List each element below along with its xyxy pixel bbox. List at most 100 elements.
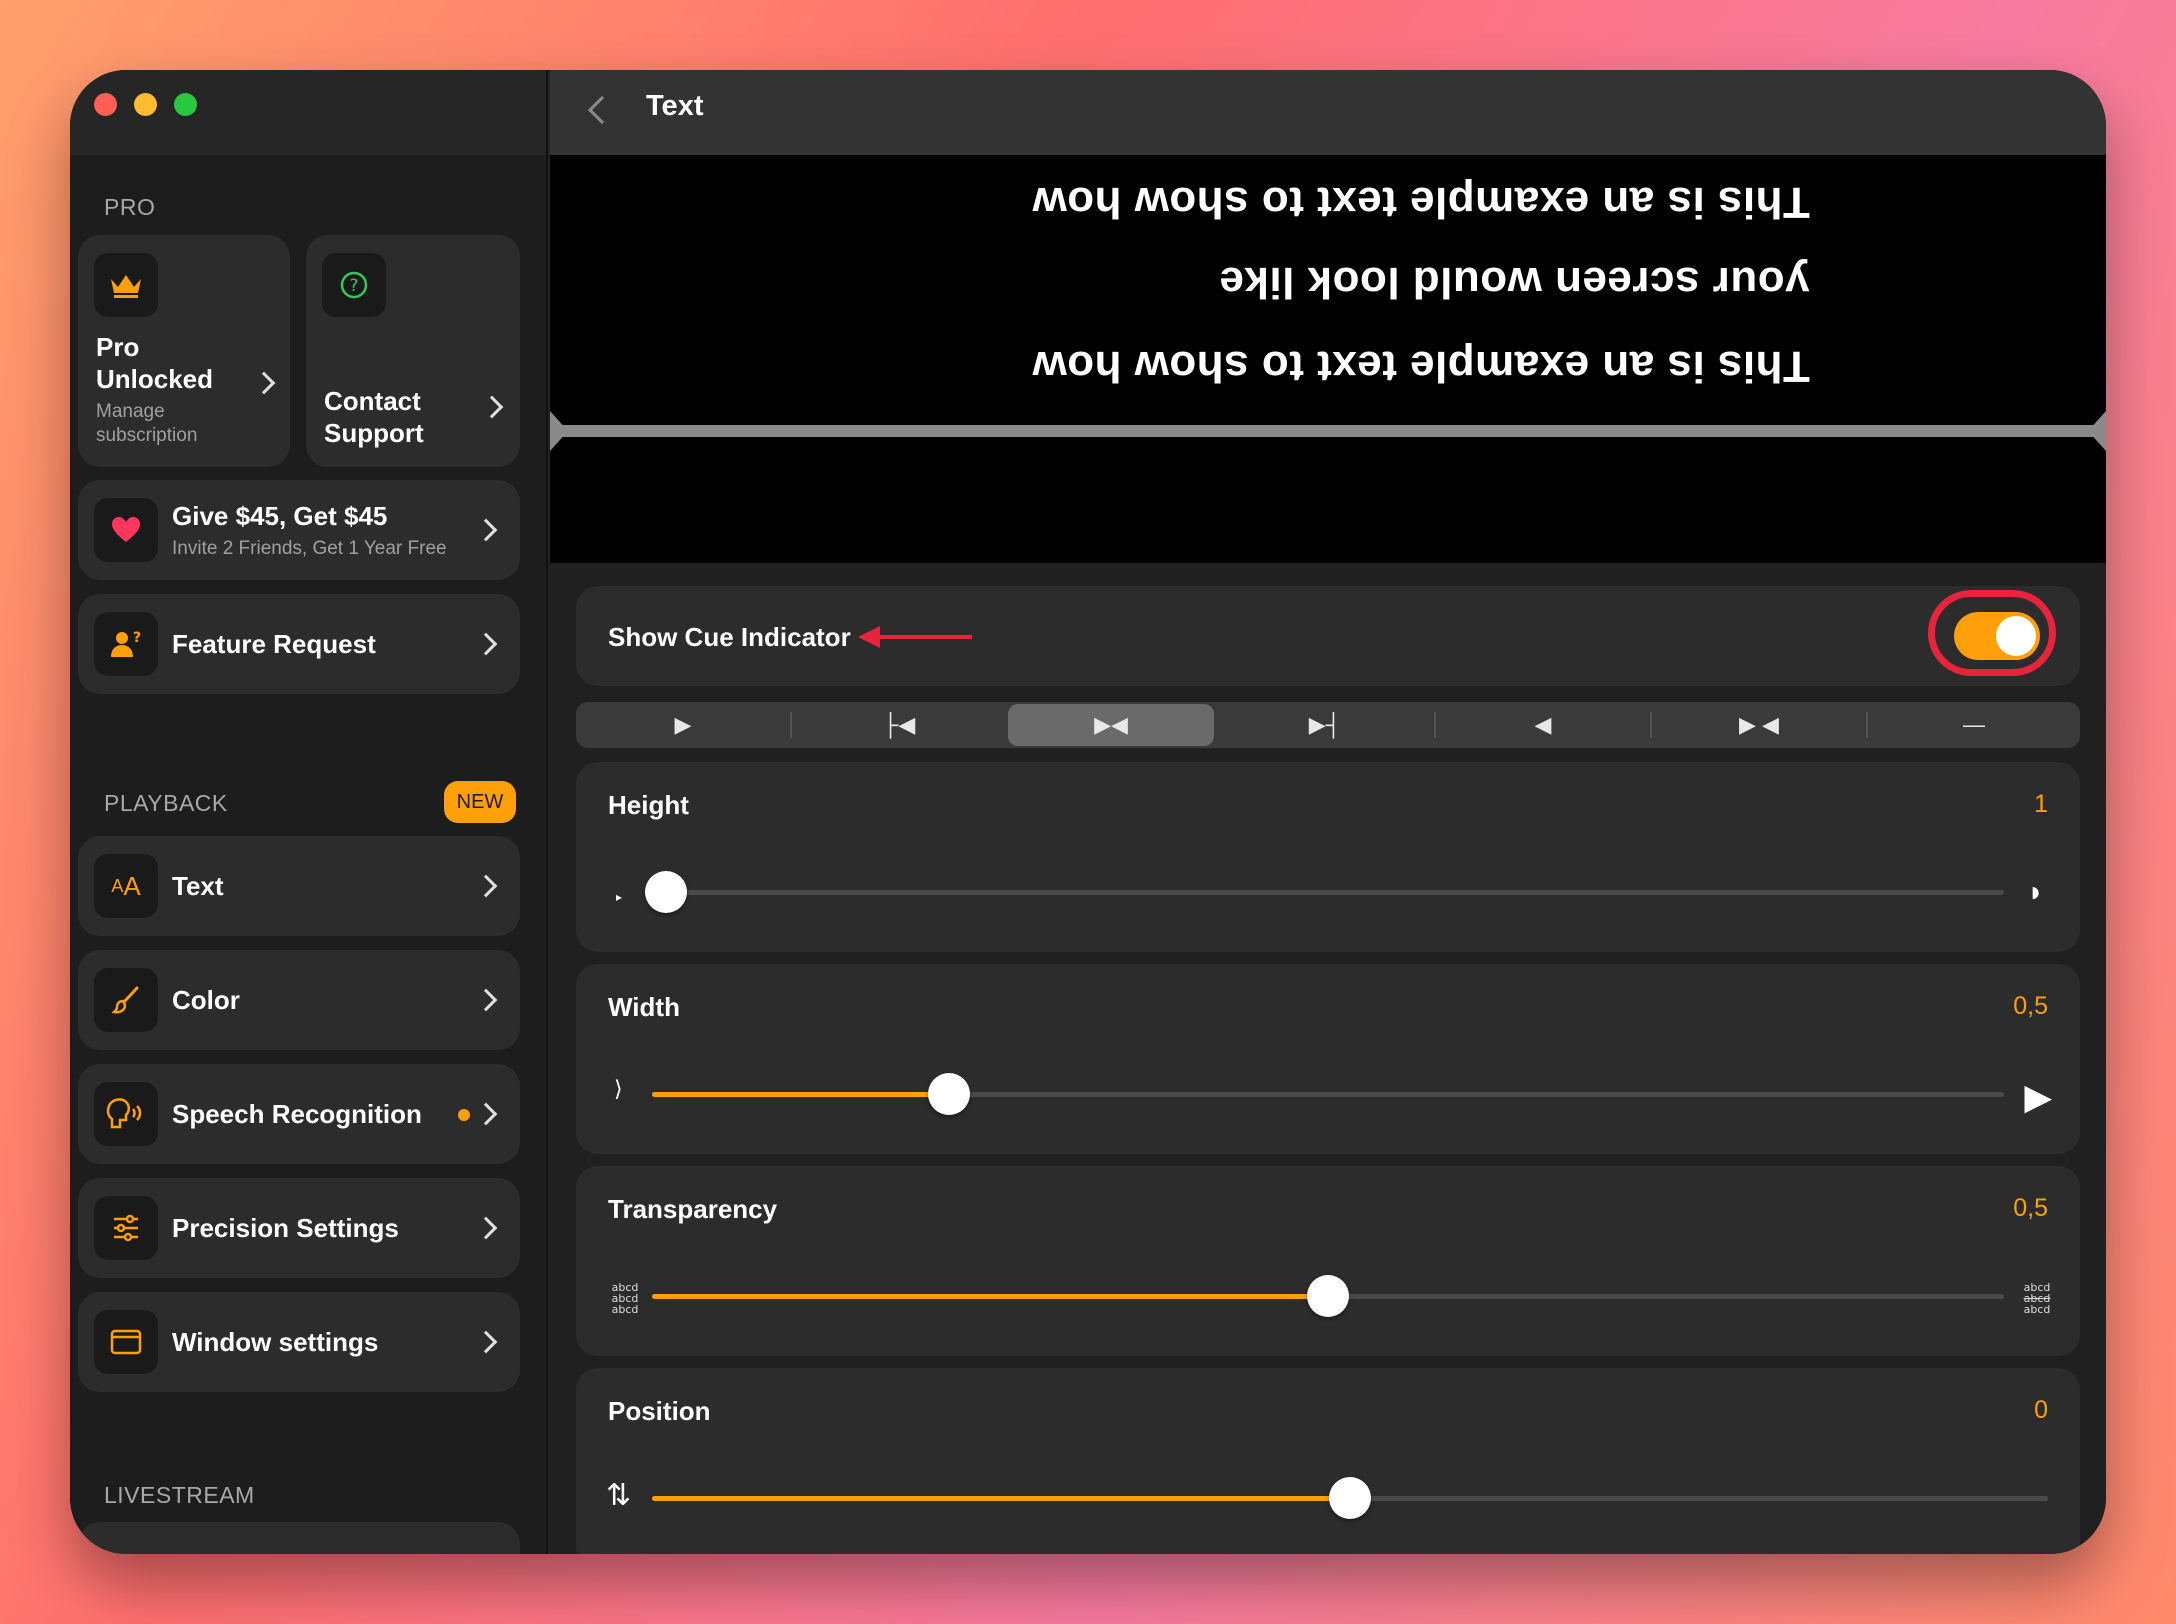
app-window: PRO Pro Unlocked Manage subscription ? C…	[70, 70, 2106, 1554]
sidebar-item-label: Speech Recognition	[172, 1099, 422, 1129]
sidebar-item-label: Text	[172, 871, 224, 901]
slider-knob[interactable]	[1329, 1477, 1371, 1519]
sidebar-item-color[interactable]: Color	[78, 950, 520, 1050]
pro-title-line1: Pro	[96, 332, 140, 362]
slider-knob[interactable]	[645, 871, 687, 913]
titlebar	[70, 70, 546, 155]
slider-knob[interactable]	[928, 1073, 971, 1115]
sliders-icon	[94, 1196, 158, 1260]
question-icon: ?	[322, 253, 386, 317]
cue-indicator-label: Show Cue Indicator	[608, 622, 851, 652]
transparency-panel: Transparency 0,5 abcd abcd abcd abcd abcd ab…	[576, 1166, 2080, 1356]
cue-style-segmented-control: ▶ ├◀ ▶◀ ▶┤ ◀ ▶ ◀ —	[576, 702, 2080, 748]
referral-card[interactable]: Give $45, Get $45 Invite 2 Friends, Get …	[78, 480, 520, 580]
sidebar-item-text[interactable]: AA Text	[78, 836, 520, 936]
cue-right-marker	[2088, 411, 2106, 451]
chevron-right-icon	[474, 1330, 498, 1354]
sidebar-item-label: Window settings	[172, 1327, 379, 1357]
sidebar-item-label: Color	[172, 985, 240, 1015]
pro-sub-line2: subscription	[96, 425, 198, 446]
transparency-value: 0,5	[2013, 1194, 2048, 1222]
position-slider[interactable]	[652, 1477, 2048, 1519]
unread-dot	[458, 1109, 470, 1121]
sidebar-item-label: Precision Settings	[172, 1213, 399, 1243]
zoom-window-button[interactable]	[174, 93, 197, 116]
support-title-line1: Contact	[324, 386, 421, 416]
height-slider[interactable]	[645, 871, 2004, 913]
width-value: 0,5	[2013, 992, 2048, 1020]
brush-icon	[94, 968, 158, 1032]
chevron-right-icon	[474, 1216, 498, 1240]
sidebar-item-precision-settings[interactable]: Precision Settings	[78, 1178, 520, 1278]
page-title: Text	[646, 90, 704, 122]
cue-left-marker	[550, 411, 568, 451]
crown-icon	[94, 253, 158, 317]
transparency-slider[interactable]	[652, 1275, 2004, 1317]
person-question-icon: ?	[94, 612, 158, 676]
height-value: 1	[2034, 790, 2048, 818]
cue-indicator-line	[550, 425, 2106, 437]
width-label: Width	[608, 992, 680, 1022]
preview-line: This is an example text to show how	[1032, 342, 1810, 391]
cue-indicator-row: Show Cue Indicator	[576, 586, 2080, 686]
transparency-max-icon: abcd abcd abcd	[2023, 1281, 2051, 1316]
referral-title: Give $45, Get $45	[172, 501, 388, 531]
chevron-right-icon	[474, 988, 498, 1012]
height-panel: Height 1 ▸ ◗	[576, 762, 2080, 952]
slider-knob[interactable]	[1307, 1275, 1349, 1317]
feature-request-item[interactable]: ? Feature Request	[78, 594, 520, 694]
cue-style-option[interactable]: ▶┤	[1218, 702, 1432, 748]
highlight-ring	[1928, 590, 2056, 676]
preview-line: This is an example text to show how	[1032, 178, 1810, 227]
pro-unlocked-card[interactable]: Pro Unlocked Manage subscription	[78, 235, 290, 467]
chevron-right-icon	[474, 874, 498, 898]
close-window-button[interactable]	[94, 93, 117, 116]
chevron-right-icon	[252, 371, 276, 395]
cue-style-option[interactable]: —	[1868, 702, 2080, 748]
text-size-icon: AA	[94, 854, 158, 918]
support-title-line2: Support	[324, 418, 424, 448]
referral-subtitle: Invite 2 Friends, Get 1 Year Free	[172, 538, 447, 559]
speech-icon	[94, 1082, 158, 1146]
main-header: Text	[550, 70, 2106, 155]
width-slider[interactable]	[652, 1073, 2004, 1115]
position-label: Position	[608, 1396, 711, 1426]
cue-style-option[interactable]: ◀	[1436, 702, 1650, 748]
chevron-right-icon	[474, 1102, 498, 1126]
height-max-icon: ◗	[2027, 876, 2044, 907]
svg-text:?: ?	[349, 276, 358, 296]
new-badge: NEW	[444, 781, 516, 823]
sidebar-item-speech-recognition[interactable]: Speech Recognition	[78, 1064, 520, 1164]
chevron-right-icon	[474, 518, 498, 542]
width-min-icon: ⟩	[614, 1076, 623, 1101]
sidebar-item-window-settings[interactable]: Window settings	[78, 1292, 520, 1392]
svg-text:?: ?	[133, 630, 141, 646]
minimize-window-button[interactable]	[134, 93, 157, 116]
section-label-pro: PRO	[104, 194, 156, 220]
position-value: 0	[2034, 1396, 2048, 1424]
contact-support-card[interactable]: ? Contact Support	[306, 235, 520, 467]
section-label-livestream: LIVESTREAM	[104, 1482, 255, 1508]
width-panel: Width 0,5 ⟩ ▶	[576, 964, 2080, 1154]
position-panel: Position 0 ⇅	[576, 1368, 2080, 1554]
feature-request-label: Feature Request	[172, 629, 376, 659]
pro-title-line2: Unlocked	[96, 364, 214, 394]
main-panel: Text This is an example text to show how…	[550, 70, 2106, 1554]
height-min-icon: ▸	[616, 890, 623, 904]
cue-style-option[interactable]: ▶ ◀	[1652, 702, 1866, 748]
pro-sub-line1: Manage	[96, 401, 165, 422]
up-down-arrows-icon: ⇅	[606, 1479, 632, 1512]
text-preview: This is an example text to show how your…	[550, 155, 2106, 563]
preview-line: your screen would look like	[1219, 258, 1810, 307]
annotation-arrow-line	[876, 635, 972, 639]
cue-style-option[interactable]: ▶	[576, 702, 790, 748]
transparency-label: Transparency	[608, 1194, 778, 1224]
cue-style-option-selected[interactable]: ▶◀	[1008, 704, 1214, 746]
sidebar-item-livestream[interactable]	[78, 1522, 520, 1554]
chevron-right-icon	[480, 395, 504, 419]
cue-style-option[interactable]: ├◀	[792, 702, 1006, 748]
transparency-min-icon: abcd abcd abcd	[611, 1281, 639, 1316]
back-button[interactable]	[587, 95, 617, 125]
height-label: Height	[608, 790, 689, 820]
sidebar: PRO Pro Unlocked Manage subscription ? C…	[70, 70, 548, 1554]
